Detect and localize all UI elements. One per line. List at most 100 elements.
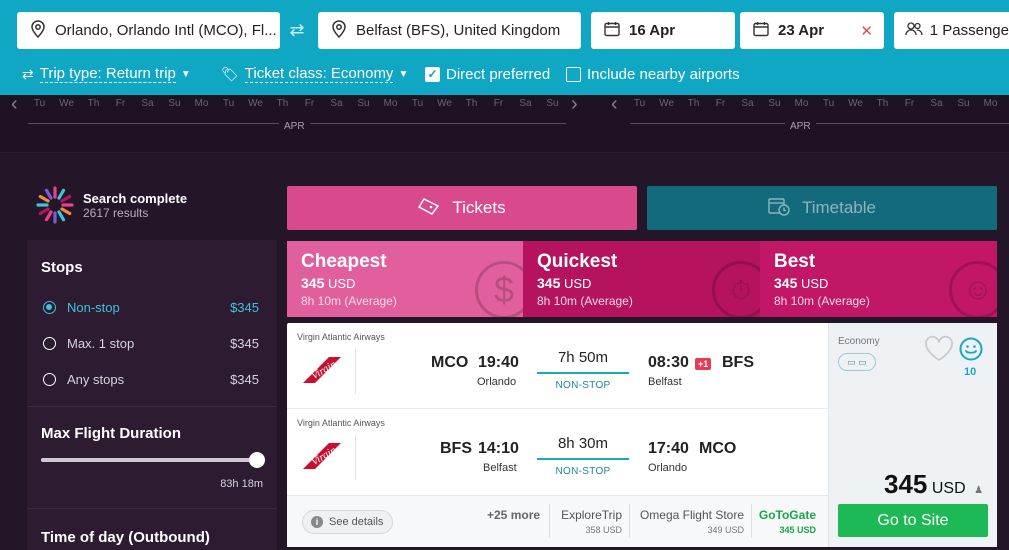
radio-icon (43, 373, 56, 386)
day-label[interactable]: We (242, 98, 269, 109)
day-label[interactable]: Mo (788, 98, 815, 109)
smiley-icon: ☺ (949, 261, 997, 317)
spinner-segment (57, 188, 66, 200)
day-label[interactable]: Th (269, 98, 296, 109)
day-label[interactable]: Tu (26, 98, 53, 109)
day-label[interactable]: Fr (707, 98, 734, 109)
day-label[interactable]: Sa (323, 98, 350, 109)
day-label[interactable]: Th (869, 98, 896, 109)
duration-slider-track[interactable] (41, 452, 265, 468)
day-label[interactable]: Fr (485, 98, 512, 109)
sort-tab-best[interactable]: Best 345 USD 8h 10m (Average) ☺ (760, 241, 997, 317)
spinner-segment (57, 210, 66, 222)
agent-price: 345 USD (779, 525, 816, 535)
leg-separator (355, 435, 356, 480)
sort-tab-quickest[interactable]: Quickest 345 USD 8h 10m (Average) ⏱ (523, 241, 760, 317)
arrival-airport-code: MCO (699, 440, 737, 457)
total-price: 345 USD ♟ (884, 469, 983, 500)
day-label[interactable]: Fr (107, 98, 134, 109)
agent-separator (629, 504, 630, 538)
return-date-value: 23 Apr (778, 22, 825, 39)
day-label[interactable]: We (431, 98, 458, 109)
see-details-label: See details (329, 516, 384, 528)
spinner-segment (44, 210, 53, 222)
virgin-logo-icon: Virgin (301, 355, 343, 387)
day-label[interactable]: Th (458, 98, 485, 109)
day-label[interactable]: Fr (896, 98, 923, 109)
stops-option-max-1[interactable]: Max. 1 stop $345 (43, 336, 259, 351)
radio-icon (43, 337, 56, 350)
direct-preferred-label: Direct preferred (446, 65, 551, 83)
stops-option-any[interactable]: Any stops $345 (43, 372, 259, 387)
swap-icon[interactable]: ⇄ (286, 20, 308, 42)
day-label[interactable]: Su (350, 98, 377, 109)
destination-field[interactable]: Belfast (BFS), United Kingdom (318, 12, 581, 49)
go-to-site-button[interactable]: Go to Site (838, 504, 988, 537)
day-label[interactable]: We (842, 98, 869, 109)
day-label[interactable]: Su (761, 98, 788, 109)
agent-offer[interactable]: Omega Flight Store 349 USD (636, 508, 744, 535)
day-label[interactable]: Mo (188, 98, 215, 109)
day-label[interactable]: Mo (377, 98, 404, 109)
departure-city: Belfast (483, 462, 517, 474)
day-label[interactable]: Su (950, 98, 977, 109)
location-pin-icon (328, 19, 350, 42)
tab-tickets[interactable]: Tickets (287, 186, 637, 230)
agent-offer[interactable]: ExploreTrip 358 USD (558, 508, 622, 535)
more-agents-link[interactable]: +25 more (487, 508, 540, 522)
chevron-down-icon: ▼ (398, 68, 409, 80)
amenities-icon: ▭ ▭ (838, 353, 876, 371)
duration-title: Max Flight Duration (41, 425, 181, 442)
day-label[interactable]: Tu (815, 98, 842, 109)
day-label[interactable]: Tu (626, 98, 653, 109)
day-label[interactable]: Su (539, 98, 566, 109)
ticket-class-dropdown[interactable]: 🏷 Ticket class: Economy ▼ (221, 64, 408, 84)
day-label[interactable]: Sa (923, 98, 950, 109)
clear-date-icon[interactable]: ✕ (860, 22, 873, 40)
see-details-button[interactable]: i See details (302, 510, 394, 534)
day-label[interactable]: Sa (734, 98, 761, 109)
agent-offer-best[interactable]: GoToGate 345 USD (758, 508, 816, 535)
ticket-icon (418, 197, 440, 220)
day-label[interactable]: Tu (404, 98, 431, 109)
day-label[interactable]: We (53, 98, 80, 109)
outbound-leg: Virgin Atlantic Airways Virgin MCO 19:40… (287, 323, 828, 409)
checkmark-icon: ✓ (425, 66, 440, 82)
duration-slider-handle[interactable] (249, 452, 265, 468)
origin-field[interactable]: Orlando, Orlando Intl (MCO), Fl... (17, 12, 280, 49)
trip-type-dropdown[interactable]: ⇄ Trip type: Return trip ▼ (22, 64, 191, 84)
stops-option-nonstop[interactable]: Non-stop $345 (43, 300, 259, 315)
sort-tab-cheapest[interactable]: Cheapest 345 USD 8h 10m (Average) $ (287, 241, 523, 317)
departure-airport-code: BFS (440, 440, 472, 457)
day-label[interactable]: Th (680, 98, 707, 109)
prev-dates-icon[interactable]: ‹ (11, 93, 18, 116)
passengers-field[interactable]: 1 Passenger (894, 12, 1009, 49)
destination-value: Belfast (BFS), United Kingdom (356, 22, 561, 39)
filter-divider (27, 508, 277, 509)
heart-icon[interactable] (924, 335, 954, 367)
day-label[interactable]: Sa (512, 98, 539, 109)
day-label[interactable]: Tu (215, 98, 242, 109)
day-label[interactable]: Mo (977, 98, 1004, 109)
direct-preferred-checkbox[interactable]: ✓ Direct preferred (425, 64, 550, 84)
timetable-icon (768, 196, 790, 221)
day-offset-badge: +1 (695, 358, 712, 370)
departure-time: 19:40 (478, 354, 519, 371)
stops-option-label: Max. 1 stop (67, 336, 135, 351)
ticket-class-label: Ticket class: Economy (244, 65, 394, 83)
prev-dates-icon[interactable]: ‹ (611, 93, 618, 116)
calendar-icon (601, 21, 623, 41)
day-label[interactable]: Sa (134, 98, 161, 109)
tab-timetable[interactable]: Timetable (647, 186, 997, 230)
nearby-airports-checkbox[interactable]: Include nearby airports (566, 64, 740, 84)
day-label[interactable]: We (653, 98, 680, 109)
depart-date-field[interactable]: 16 Apr (591, 12, 735, 49)
return-date-field[interactable]: 23 Apr ✕ (740, 12, 884, 49)
filter-divider (27, 406, 277, 407)
stops-label: NON-STOP (555, 380, 611, 391)
day-label[interactable]: Su (161, 98, 188, 109)
flight-result-card[interactable]: Virgin Atlantic Airways Virgin MCO 19:40… (287, 323, 997, 547)
day-label[interactable]: Th (80, 98, 107, 109)
next-dates-icon[interactable]: › (571, 93, 578, 116)
day-label[interactable]: Fr (296, 98, 323, 109)
